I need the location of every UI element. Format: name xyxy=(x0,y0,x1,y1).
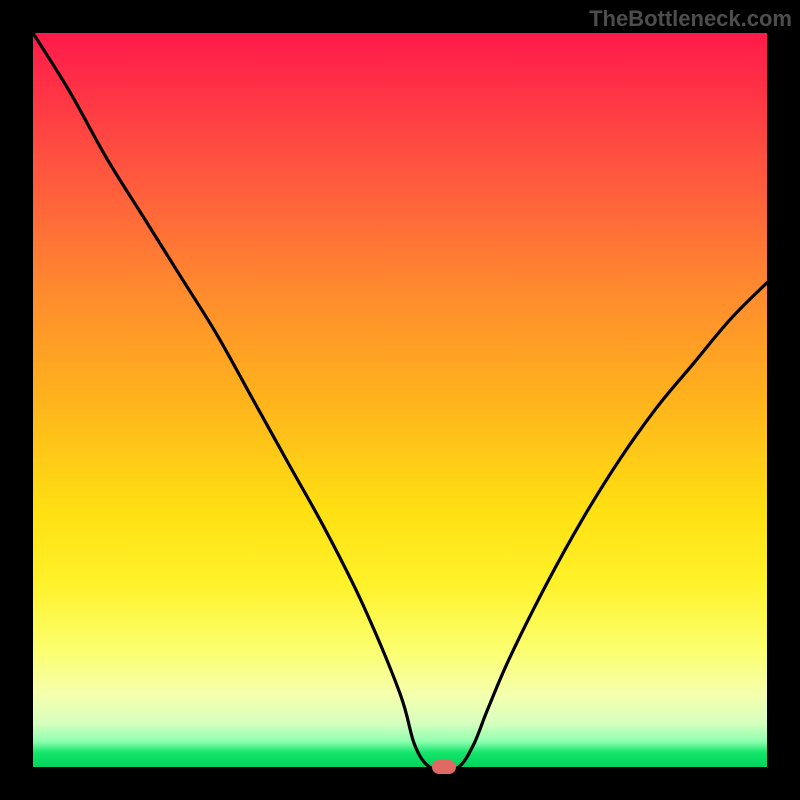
chart-frame: TheBottleneck.com xyxy=(0,0,800,800)
optimum-marker xyxy=(432,760,456,774)
bottleneck-curve xyxy=(33,33,767,767)
watermark-text: TheBottleneck.com xyxy=(589,6,792,32)
curve-path xyxy=(33,33,767,767)
plot-area xyxy=(33,33,767,767)
